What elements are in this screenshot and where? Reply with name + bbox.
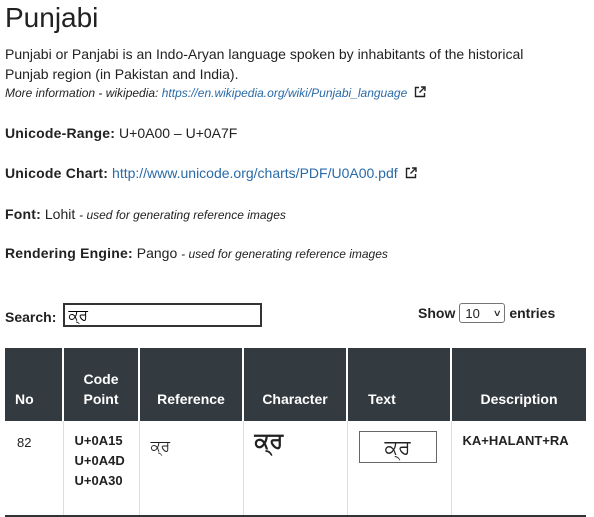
- unicode-range-key: Unicode-Range:: [5, 125, 116, 141]
- font-key: Font:: [5, 206, 41, 222]
- search-label: Search:: [5, 308, 57, 325]
- external-link-icon[interactable]: [414, 86, 426, 98]
- characters-table: No Code Point Reference Character Text D…: [5, 348, 586, 517]
- font-row: Font: Lohit - used for generating refere…: [5, 206, 286, 222]
- rendering-engine-key: Rendering Engine:: [5, 245, 133, 261]
- unicode-chart-row: Unicode Chart: http://www.unicode.org/ch…: [5, 165, 417, 181]
- cell-text: ਕ੍ਰ: [346, 421, 451, 517]
- text-sample-box[interactable]: ਕ੍ਰ: [358, 431, 437, 463]
- rendering-engine-note: - used for generating reference images: [181, 247, 388, 261]
- more-information: More information - wikipedia: https://en…: [5, 86, 426, 100]
- column-header-reference[interactable]: Reference: [138, 348, 243, 421]
- unicode-chart-link[interactable]: http://www.unicode.org/charts/PDF/U0A00.…: [112, 165, 398, 181]
- code-point: U+0A15: [74, 433, 123, 448]
- more-information-label: More information - wikipedia:: [5, 86, 159, 100]
- unicode-range-value: U+0A00 – U+0A7F: [119, 125, 238, 141]
- chevron-down-icon: ∨: [492, 307, 502, 318]
- table-row: 82 U+0A15 U+0A4D U+0A30 ਕ੍ਰ ਕ੍ਰ ਕ੍ਰ KA+H…: [5, 421, 586, 517]
- code-point: U+0A4D: [74, 453, 125, 468]
- entries-label: entries: [509, 305, 556, 321]
- language-description: Punjabi or Panjabi is an Indo-Aryan lang…: [5, 46, 524, 82]
- cell-no: 82: [5, 421, 63, 517]
- external-link-icon[interactable]: [405, 166, 417, 179]
- column-header-character[interactable]: Character: [242, 348, 347, 421]
- cell-code-points: U+0A15 U+0A4D U+0A30: [62, 421, 139, 517]
- show-entries: Show 10 ∨ entries: [418, 303, 555, 323]
- search-input[interactable]: [63, 303, 263, 327]
- font-note: - used for generating reference images: [79, 208, 286, 222]
- entries-select-value: 10: [465, 305, 480, 321]
- search-bar: Search:: [5, 303, 263, 327]
- rendering-engine-value: Pango: [136, 245, 178, 261]
- table-header-row: No Code Point Reference Character Text D…: [5, 348, 586, 421]
- character-glyph: ਕ੍ਰ: [254, 429, 284, 454]
- page-title: Punjabi: [5, 2, 99, 33]
- show-label: Show: [418, 305, 456, 321]
- column-header-code-point[interactable]: Code Point: [62, 348, 139, 421]
- reference-image: ਕ੍ਰ: [150, 437, 171, 455]
- unicode-range-row: Unicode-Range: U+0A00 – U+0A7F: [5, 125, 237, 141]
- font-value: Lohit: [44, 206, 76, 222]
- cell-reference: ਕ੍ਰ: [138, 421, 243, 517]
- column-header-no[interactable]: No: [5, 348, 63, 421]
- wikipedia-link[interactable]: https://en.wikipedia.org/wiki/Punjabi_la…: [162, 86, 408, 100]
- column-header-description[interactable]: Description: [450, 348, 586, 421]
- cell-description: KA+HALANT+RA: [450, 421, 586, 517]
- cell-character: ਕ੍ਰ: [242, 421, 347, 517]
- unicode-chart-key: Unicode Chart:: [5, 165, 109, 181]
- entries-select[interactable]: 10 ∨: [459, 303, 506, 323]
- code-point: U+0A30: [74, 473, 123, 488]
- rendering-engine-row: Rendering Engine: Pango - used for gener…: [5, 245, 388, 261]
- column-header-text[interactable]: Text: [346, 348, 451, 421]
